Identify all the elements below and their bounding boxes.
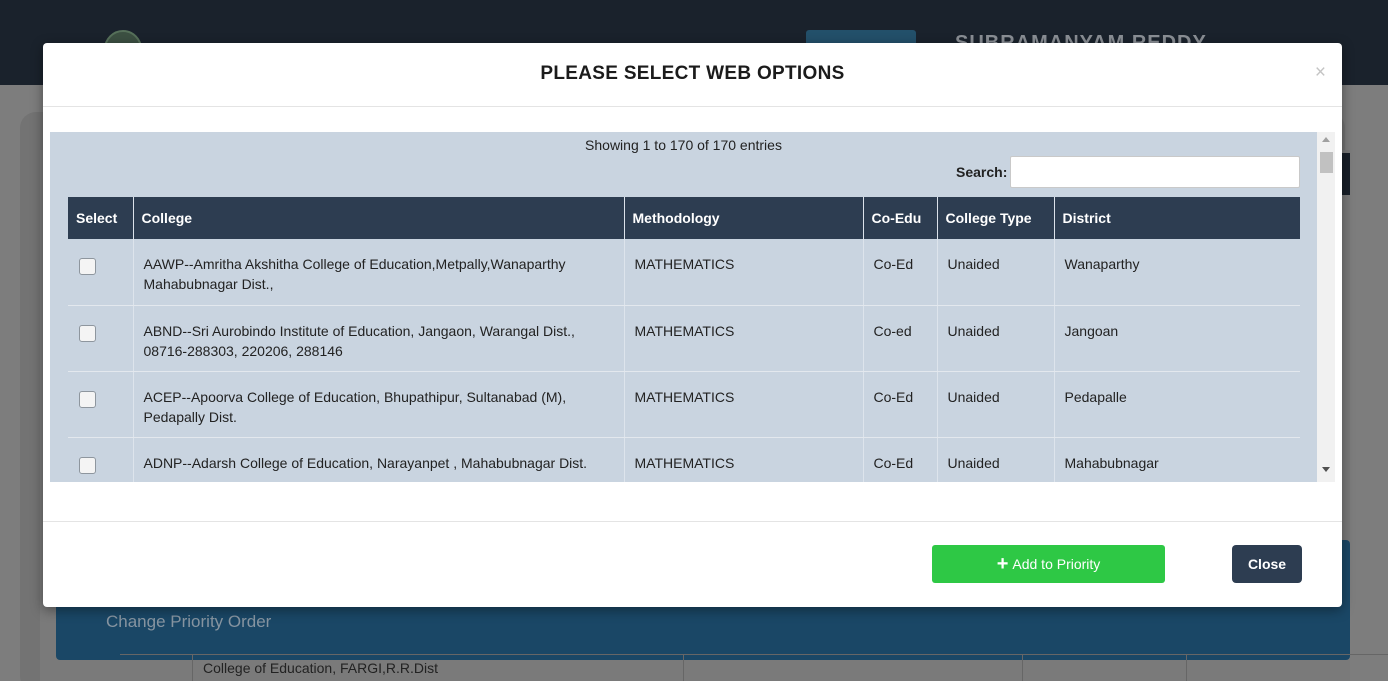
search-input[interactable]: [1010, 156, 1300, 188]
methodology-cell: MATHEMATICS: [624, 305, 864, 372]
select-cell: [68, 305, 134, 372]
background-row-divider: [120, 654, 1388, 655]
modal-body: Showing 1 to 170 of 170 entries Search: …: [50, 132, 1335, 482]
close-button[interactable]: Close: [1232, 545, 1302, 583]
co-edu-cell: Co-Ed: [863, 371, 938, 438]
scrollbar-thumb[interactable]: [1320, 152, 1333, 173]
college-type-cell: Unaided: [937, 437, 1055, 482]
co-edu-cell: Co-Ed: [863, 437, 938, 482]
methodology-cell: MATHEMATICS: [624, 239, 864, 306]
table-header-row: Select College Methodology Co-Edu Colleg…: [68, 197, 1300, 239]
methodology-cell: MATHEMATICS: [624, 437, 864, 482]
college-cell: ADNP--Adarsh College of Education, Naray…: [133, 437, 625, 482]
select-cell: [68, 437, 134, 482]
background-col-divider: [192, 654, 193, 681]
plus-icon: +: [996, 553, 1009, 575]
modal-header: PLEASE SELECT WEB OPTIONS ×: [43, 43, 1342, 107]
column-header-district[interactable]: District: [1054, 197, 1300, 239]
column-header-college-type[interactable]: College Type: [937, 197, 1055, 239]
college-cell: ACEP--Apoorva College of Education, Bhup…: [133, 371, 625, 438]
table-row: ADNP--Adarsh College of Education, Naray…: [68, 437, 1300, 482]
modal-footer: + Add to Priority Close: [43, 521, 1342, 607]
college-type-cell: Unaided: [937, 371, 1055, 438]
select-cell: [68, 371, 134, 438]
change-priority-order-label: Change Priority Order: [106, 612, 272, 631]
select-checkbox[interactable]: [79, 390, 96, 408]
table-row: ABND--Sri Aurobindo Institute of Educati…: [68, 305, 1300, 372]
vertical-scrollbar[interactable]: [1317, 132, 1335, 482]
college-cell: ABND--Sri Aurobindo Institute of Educati…: [133, 305, 625, 372]
colleges-table: Select College Methodology Co-Edu Colleg…: [68, 197, 1300, 482]
add-to-priority-label: Add to Priority: [1012, 556, 1101, 572]
scroll-down-arrow-icon[interactable]: [1322, 467, 1330, 472]
close-icon[interactable]: ×: [1315, 63, 1326, 82]
district-cell: Mahabubnagar: [1054, 437, 1300, 482]
column-header-co-edu[interactable]: Co-Edu: [863, 197, 938, 239]
college-type-cell: Unaided: [937, 239, 1055, 306]
background-col-divider: [1186, 654, 1187, 681]
district-cell: Jangoan: [1054, 305, 1300, 372]
modal-title: PLEASE SELECT WEB OPTIONS: [540, 63, 845, 84]
select-checkbox[interactable]: [79, 324, 96, 342]
background-col-divider: [683, 654, 684, 681]
add-to-priority-button[interactable]: + Add to Priority: [932, 545, 1165, 583]
district-cell: Pedapalle: [1054, 371, 1300, 438]
scroll-up-arrow-icon[interactable]: [1322, 137, 1330, 142]
select-cell: [68, 239, 134, 306]
methodology-cell: MATHEMATICS: [624, 371, 864, 438]
scroll-area[interactable]: Showing 1 to 170 of 170 entries Search: …: [50, 132, 1317, 482]
select-checkbox[interactable]: [79, 258, 96, 275]
entries-info: Showing 1 to 170 of 170 entries: [585, 137, 782, 153]
column-header-methodology[interactable]: Methodology: [624, 197, 864, 239]
search-label: Search:: [956, 164, 1008, 180]
select-checkbox[interactable]: [79, 456, 96, 474]
co-edu-cell: Co-Ed: [863, 239, 938, 306]
table-row: AAWP--Amritha Akshitha College of Educat…: [68, 239, 1300, 306]
college-type-cell: Unaided: [937, 305, 1055, 372]
background-row-text: College of Education, FARGI,R.R.Dist: [203, 660, 438, 676]
column-header-select[interactable]: Select: [68, 197, 134, 239]
co-edu-cell: Co-ed: [863, 305, 938, 372]
column-header-college[interactable]: College: [133, 197, 625, 239]
web-options-modal: PLEASE SELECT WEB OPTIONS × Showing 1 to…: [43, 43, 1342, 607]
table-row: ACEP--Apoorva College of Education, Bhup…: [68, 371, 1300, 438]
college-cell: AAWP--Amritha Akshitha College of Educat…: [133, 239, 625, 306]
background-col-divider: [1022, 654, 1023, 681]
district-cell: Wanaparthy: [1054, 239, 1300, 306]
